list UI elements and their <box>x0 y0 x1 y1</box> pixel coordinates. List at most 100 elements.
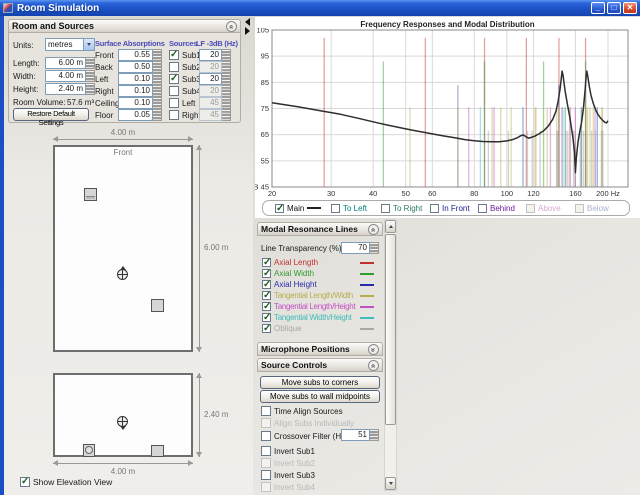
collapse-panel-icon[interactable]: « <box>368 224 379 235</box>
lf-spinner-sub1[interactable]: 20 <box>199 49 231 61</box>
dim-arrow-right <box>188 136 193 142</box>
legend-main-checkbox[interactable] <box>275 204 284 213</box>
absorption-value[interactable]: 0.55 <box>118 49 153 61</box>
splitter-collapse-left-icon[interactable] <box>245 18 250 26</box>
absorption-value[interactable]: 0.05 <box>118 109 153 121</box>
room-sources-header[interactable]: Room and Sources « <box>8 19 241 33</box>
collapse-panel-icon[interactable]: « <box>368 360 379 371</box>
right-speaker-checkbox[interactable] <box>169 110 179 120</box>
absorption-spinner-front[interactable]: 0.55 <box>118 49 162 61</box>
width-value[interactable]: 4.00 m <box>45 70 86 82</box>
axial-width-checkbox[interactable] <box>262 269 271 278</box>
legend-behind-checkbox[interactable] <box>478 204 487 213</box>
move-subs-midpoints-button[interactable]: Move subs to wall midpoints <box>260 390 380 403</box>
invert-sub4-row: Invert Sub4 <box>261 482 315 492</box>
invert-sub3-checkbox[interactable] <box>261 470 271 480</box>
frequency-plot[interactable]: 1059585756555dB 452030405060801001201602… <box>255 28 640 200</box>
panels-scrollbar[interactable] <box>384 219 397 491</box>
lf-spinner-sub3[interactable]: 20 <box>199 73 231 85</box>
sub4-checkbox[interactable] <box>169 86 179 96</box>
listener-elevation-marker[interactable] <box>117 416 128 427</box>
oblique-checkbox[interactable] <box>262 324 271 333</box>
spin-down-icon[interactable] <box>86 76 95 82</box>
sub3-elevation-marker[interactable] <box>151 445 164 457</box>
tangential-width-height-checkbox[interactable] <box>262 313 271 322</box>
absorption-spinner-left[interactable]: 0.10 <box>118 73 162 85</box>
absorption-spinner-floor[interactable]: 0.05 <box>118 109 162 121</box>
listener-plan-marker[interactable] <box>117 269 128 280</box>
minimize-button[interactable]: _ <box>591 2 605 14</box>
collapse-panel-icon[interactable]: « <box>226 21 237 32</box>
elevation-view-room[interactable] <box>53 373 193 457</box>
absorption-spinner-back[interactable]: 0.50 <box>118 61 162 73</box>
sub2-checkbox[interactable] <box>169 62 179 72</box>
units-select[interactable]: metres <box>45 38 95 51</box>
line-transparency-spinner[interactable]: 70 <box>341 242 379 254</box>
sub1-elevation-marker[interactable] <box>83 444 95 457</box>
left-speaker-checkbox[interactable] <box>169 98 179 108</box>
expand-panel-icon[interactable]: « <box>368 344 379 355</box>
invert-sub1-checkbox[interactable] <box>261 446 271 456</box>
show-elevation-checkbox[interactable] <box>20 477 30 487</box>
time-align-checkbox[interactable] <box>261 406 271 416</box>
spin-down-icon[interactable] <box>153 115 162 121</box>
spin-down-icon[interactable] <box>86 89 95 95</box>
crossover-value[interactable]: 51 <box>341 429 370 441</box>
sub3-checkbox[interactable] <box>169 74 179 84</box>
modal-resonance-header[interactable]: Modal Resonance Lines « <box>257 222 383 236</box>
modal-line-label: Axial Width <box>274 269 314 278</box>
scrollbar-thumb[interactable] <box>385 234 396 425</box>
legend-in-front-checkbox[interactable] <box>430 204 439 213</box>
lf-value[interactable]: 20 <box>199 73 222 85</box>
left-pane: Room and Sources « Units: metres Length:… <box>4 16 253 495</box>
svg-text:160: 160 <box>569 189 582 198</box>
absorption-value[interactable]: 0.10 <box>118 85 153 97</box>
transparency-value[interactable]: 70 <box>341 242 370 254</box>
source-row-sub4: Sub4 <box>169 86 201 96</box>
source-controls-header-label: Source Controls <box>261 360 327 370</box>
sub1-checkbox[interactable] <box>169 50 179 60</box>
maximize-button[interactable]: □ <box>607 2 621 14</box>
height-value[interactable]: 2.40 m <box>45 83 86 95</box>
svg-text:20: 20 <box>268 189 276 198</box>
splitter-expand-right-icon[interactable] <box>245 27 250 35</box>
sub3-plan-marker[interactable] <box>151 299 164 312</box>
axial-length-checkbox[interactable] <box>262 258 271 267</box>
spin-down-icon[interactable] <box>370 435 379 441</box>
tangential-length-height-checkbox[interactable] <box>262 302 271 311</box>
crossover-checkbox[interactable] <box>261 431 271 441</box>
absorption-value[interactable]: 0.10 <box>118 73 153 85</box>
plan-view-room[interactable] <box>53 145 193 352</box>
move-subs-corners-button[interactable]: Move subs to corners <box>260 376 380 389</box>
dropdown-arrow-icon[interactable] <box>84 38 95 51</box>
trace-legend-bar: Main To Left To Right In Front Be <box>262 200 630 216</box>
spin-down-icon[interactable] <box>86 63 95 69</box>
height-spinner[interactable]: 2.40 m <box>45 83 95 95</box>
tangential-length-width-checkbox[interactable] <box>262 291 271 300</box>
length-spinner[interactable]: 6.00 m <box>45 57 95 69</box>
absorption-value[interactable]: 0.50 <box>118 61 153 73</box>
legend-to-right-checkbox[interactable] <box>381 204 390 213</box>
legend-label: In Front <box>442 204 470 213</box>
height-label: Height: <box>13 85 38 94</box>
dim-arrow-right <box>188 460 193 466</box>
absorption-spinner-ceiling[interactable]: 0.10 <box>118 97 162 109</box>
room-simulation-window: Room Simulation _ □ ✕ Room and Sources «… <box>0 0 640 495</box>
width-spinner[interactable]: 4.00 m <box>45 70 95 82</box>
scroll-up-icon[interactable] <box>385 220 396 233</box>
spin-down-icon[interactable] <box>370 248 379 254</box>
length-value[interactable]: 6.00 m <box>45 57 86 69</box>
lf-value[interactable]: 20 <box>199 49 222 61</box>
absorption-spinner-right[interactable]: 0.10 <box>118 85 162 97</box>
close-button[interactable]: ✕ <box>623 2 637 14</box>
microphone-positions-header[interactable]: Microphone Positions « <box>257 342 383 356</box>
axial-height-checkbox[interactable] <box>262 280 271 289</box>
absorption-value[interactable]: 0.10 <box>118 97 153 109</box>
crossover-spinner[interactable]: 51 <box>341 429 379 441</box>
restore-defaults-button[interactable]: Restore Default Settings <box>13 108 89 121</box>
source-controls-header[interactable]: Source Controls « <box>257 358 383 372</box>
legend-to-left-checkbox[interactable] <box>331 204 340 213</box>
lf-spinner-right: 45 <box>199 109 231 121</box>
sub1-plan-marker[interactable] <box>84 188 97 201</box>
scroll-down-icon[interactable] <box>385 477 396 490</box>
